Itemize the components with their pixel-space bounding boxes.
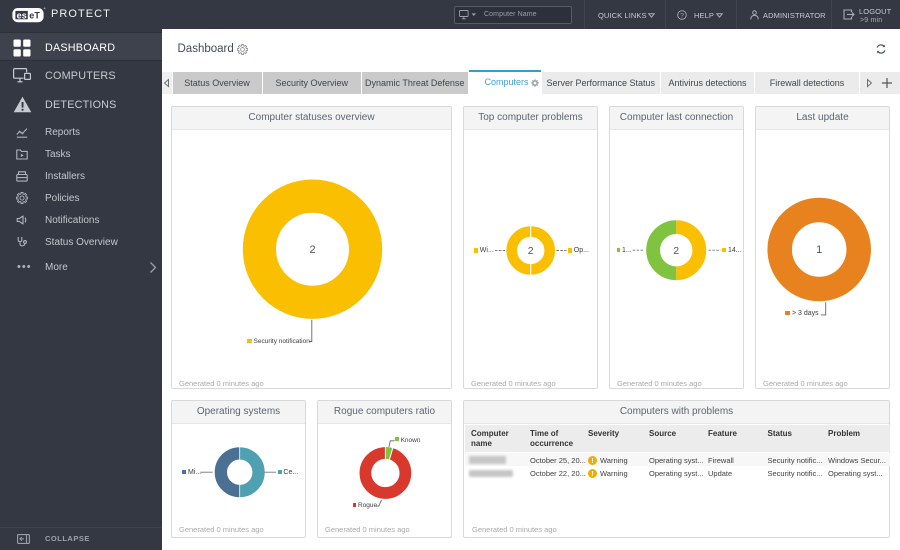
svg-text:eT: eT — [29, 10, 40, 20]
svg-text:es: es — [17, 10, 27, 20]
svg-text:?: ? — [680, 12, 684, 19]
